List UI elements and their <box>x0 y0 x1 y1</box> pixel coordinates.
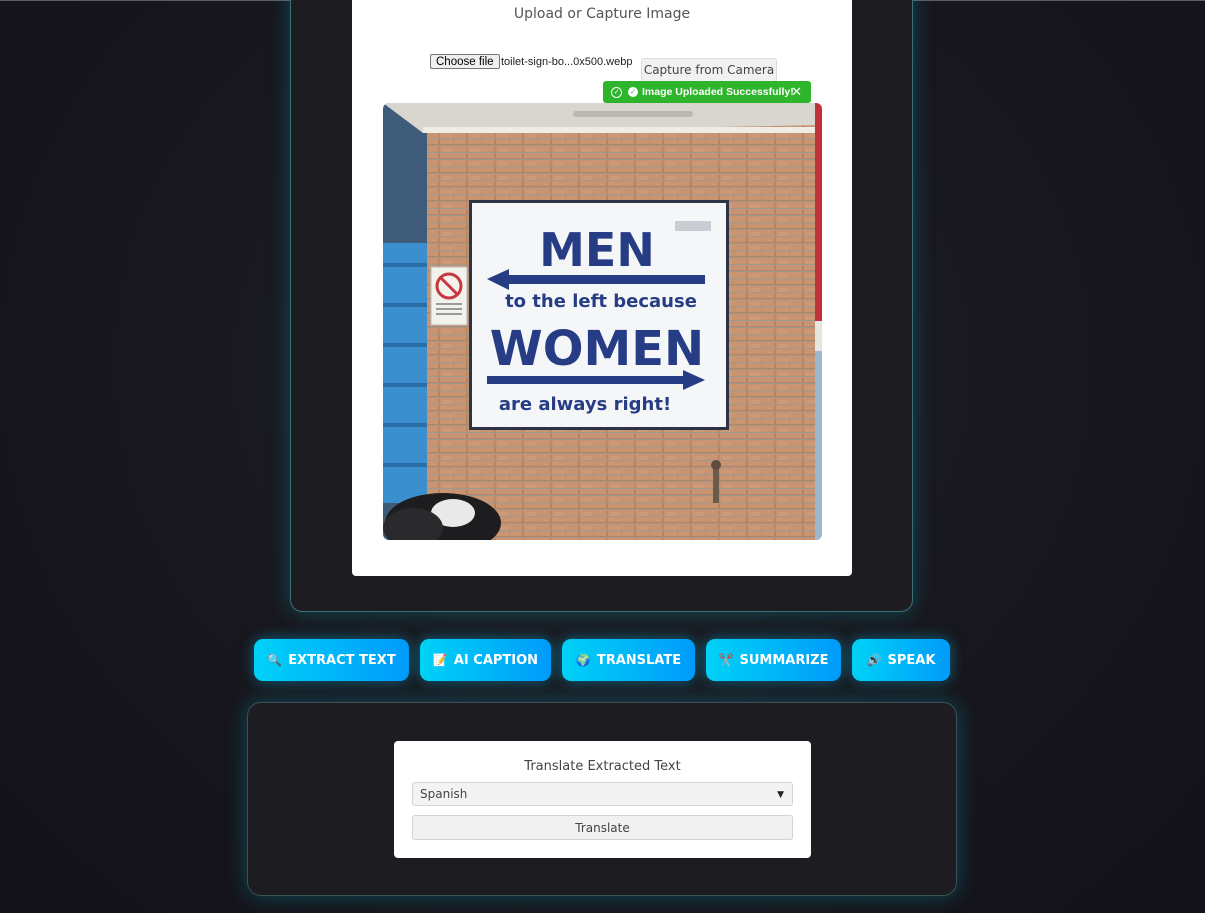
scissors-icon: ✂️ <box>718 653 734 667</box>
close-icon[interactable]: ✕ <box>791 84 802 100</box>
translate-action-label: TRANSLATE <box>596 652 682 668</box>
sign-text-always-right: are always right! <box>499 394 671 415</box>
upload-card: Upload or Capture Image Choose file toil… <box>352 0 852 576</box>
summarize-button[interactable]: ✂️ SUMMARIZE <box>706 639 841 681</box>
magnifier-icon: 🔍 <box>267 653 283 667</box>
summarize-label: SUMMARIZE <box>739 652 829 668</box>
globe-icon: 🌍 <box>575 653 591 667</box>
check-icon: ✓ <box>628 87 638 97</box>
ai-caption-button[interactable]: 📝 AI CAPTION <box>420 639 551 681</box>
ai-caption-label: AI CAPTION <box>453 652 539 668</box>
extract-text-button[interactable]: 🔍 EXTRACT TEXT <box>254 639 409 681</box>
speak-button[interactable]: 🔊 SPEAK <box>852 639 950 681</box>
translate-card: Translate Extracted Text Spanish ▼ Trans… <box>394 741 811 858</box>
choose-file-button[interactable]: Choose file <box>430 54 500 69</box>
upload-title: Upload or Capture Image <box>513 6 691 22</box>
translate-submit-button[interactable]: Translate <box>412 815 793 840</box>
sign-text-men: MEN <box>539 223 655 277</box>
language-select[interactable]: Spanish ▼ <box>412 782 793 806</box>
dropdown-arrow-icon: ▼ <box>777 790 784 800</box>
sign-text-left-because: to the left because <box>505 291 697 312</box>
upload-success-toast: ✓ ✓ Image Uploaded Successfully! ✕ <box>603 81 811 103</box>
selected-file-name: toilet-sign-bo...0x500.webp <box>501 56 633 68</box>
memo-icon: 📝 <box>432 653 448 667</box>
toast-message: Image Uploaded Successfully! <box>642 86 794 98</box>
check-circle-icon: ✓ <box>611 86 622 98</box>
sign-text-women: WOMEN <box>490 321 704 377</box>
translate-title: Translate Extracted Text <box>524 759 681 774</box>
extract-text-label: EXTRACT TEXT <box>288 652 396 668</box>
selected-language: Spanish <box>420 787 468 801</box>
translate-action-button[interactable]: 🌍 TRANSLATE <box>562 639 695 681</box>
action-bar: 🔍 EXTRACT TEXT 📝 AI CAPTION 🌍 TRANSLATE … <box>0 639 1205 681</box>
capture-camera-button[interactable]: Capture from Camera <box>641 58 777 82</box>
speaker-icon: 🔊 <box>866 653 882 667</box>
uploaded-image-preview: MEN to the left because WOMEN are always… <box>383 103 822 540</box>
speak-label: SPEAK <box>887 652 936 668</box>
